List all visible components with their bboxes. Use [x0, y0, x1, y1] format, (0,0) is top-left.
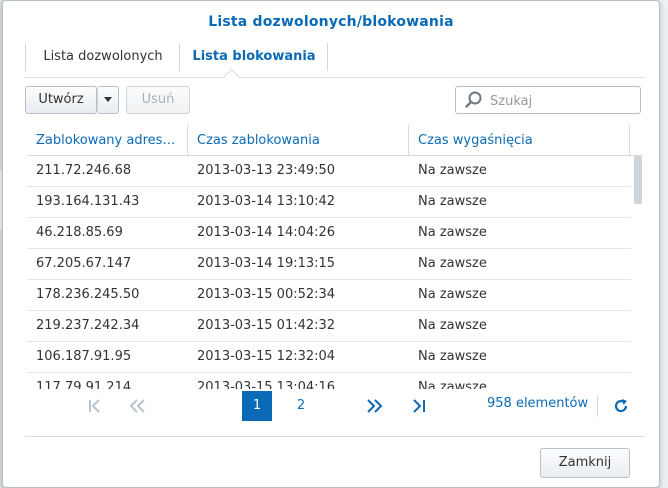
cell-block-time: 2013-03-14 19:13:15: [197, 256, 336, 271]
create-menu-button[interactable]: [97, 86, 119, 114]
tab-bar: Lista dozwolonych Lista blokowania: [25, 43, 645, 78]
tab-allow-list[interactable]: Lista dozwolonych: [33, 43, 173, 76]
close-button[interactable]: Zamknij: [540, 448, 630, 478]
tab-block-list[interactable]: Lista blokowania: [185, 43, 323, 76]
chevron-down-icon: [104, 97, 112, 102]
create-button[interactable]: Utwórz: [25, 86, 97, 114]
cell-expiry: Na zawsze: [418, 287, 487, 302]
search-icon: [465, 91, 482, 108]
cell-address: 106.187.91.95: [36, 349, 132, 364]
cell-block-time: 2013-03-13 23:49:50: [197, 163, 336, 178]
cell-block-time: 2013-03-15 01:42:32: [197, 318, 336, 333]
column-header-block-time[interactable]: Czas zablokowania: [188, 125, 409, 155]
cell-expiry: Na zawsze: [418, 256, 487, 271]
table-row[interactable]: 178.236.245.50 2013-03-15 00:52:34 Na za…: [27, 280, 631, 311]
cell-block-time: 2013-03-15 00:52:34: [197, 287, 336, 302]
table-row[interactable]: 193.164.131.43 2013-03-14 13:10:42 Na za…: [27, 187, 631, 218]
page-button-1[interactable]: 1: [242, 391, 272, 421]
table-row[interactable]: 219.237.242.34 2013-03-15 01:42:32 Na za…: [27, 311, 631, 342]
tab-divider: [179, 43, 180, 71]
table-row[interactable]: 46.218.85.69 2013-03-14 14:04:26 Na zaws…: [27, 218, 631, 249]
previous-page-icon[interactable]: [125, 391, 149, 421]
page-button-2[interactable]: 2: [286, 391, 316, 421]
tab-divider: [327, 43, 328, 71]
cell-address: 219.237.242.34: [36, 318, 140, 333]
cell-expiry: Na zawsze: [418, 194, 487, 209]
tab-divider: [25, 43, 26, 71]
pagination-bar: 1 2 958 elementów: [27, 391, 643, 423]
cell-expiry: Na zawsze: [418, 380, 487, 389]
refresh-icon[interactable]: [609, 391, 633, 421]
cell-block-time: 2013-03-14 13:10:42: [197, 194, 336, 209]
delete-button[interactable]: Usuń: [126, 86, 190, 114]
cell-address: 46.218.85.69: [36, 225, 123, 240]
cell-address: 211.72.246.68: [36, 163, 132, 178]
table-row[interactable]: 211.72.246.68 2013-03-13 23:49:50 Na zaw…: [27, 156, 631, 187]
grid-scrollbar[interactable]: [633, 155, 643, 389]
cell-address: 193.164.131.43: [36, 194, 140, 209]
column-header-blocked-address[interactable]: Zablokowany adres…: [27, 125, 188, 155]
search-box[interactable]: [455, 86, 641, 114]
column-header-expiry-time[interactable]: Czas wygaśnięcia: [409, 125, 630, 155]
grid-rows: 211.72.246.68 2013-03-13 23:49:50 Na zaw…: [27, 156, 631, 389]
cell-block-time: 2013-03-15 12:32:04: [197, 349, 336, 364]
table-row[interactable]: 106.187.91.95 2013-03-15 12:32:04 Na zaw…: [27, 342, 631, 373]
close-button-label: Zamknij: [558, 455, 612, 470]
cell-block-time: 2013-03-14 14:04:26: [197, 225, 336, 240]
search-input[interactable]: [488, 89, 640, 113]
grid-header: Zablokowany adres… Czas zablokowania Cza…: [27, 125, 643, 156]
background-panel-right: [659, 0, 668, 488]
scrollbar-thumb[interactable]: [634, 156, 642, 204]
cell-address: 67.205.67.147: [36, 256, 132, 271]
first-page-icon[interactable]: [83, 391, 107, 421]
last-page-icon[interactable]: [407, 391, 431, 421]
cell-expiry: Na zawsze: [418, 225, 487, 240]
cell-expiry: Na zawsze: [418, 349, 487, 364]
cell-block-time: 2013-03-15 13:04:16: [197, 380, 336, 389]
dialog-title: Lista dozwolonych/blokowania: [208, 14, 454, 30]
create-button-label: Utwórz: [38, 92, 84, 107]
blocked-addresses-grid: Zablokowany adres… Czas zablokowania Cza…: [27, 125, 643, 389]
footer-divider: [25, 436, 645, 437]
next-page-icon[interactable]: [363, 391, 387, 421]
table-row[interactable]: 67.205.67.147 2013-03-14 19:13:15 Na zaw…: [27, 249, 631, 280]
item-count: 958 elementów: [487, 396, 589, 411]
pager-divider: [597, 395, 598, 417]
cell-address: 178.236.245.50: [36, 287, 140, 302]
blocklist-dialog: Lista dozwolonych/blokowania Lista dozwo…: [2, 0, 660, 488]
cell-expiry: Na zawsze: [418, 163, 487, 178]
table-row[interactable]: 117.79.91.214 2013-03-15 13:04:16 Na zaw…: [27, 373, 631, 389]
delete-button-label: Usuń: [141, 92, 175, 107]
cell-expiry: Na zawsze: [418, 318, 487, 333]
cell-address: 117.79.91.214: [36, 380, 132, 389]
